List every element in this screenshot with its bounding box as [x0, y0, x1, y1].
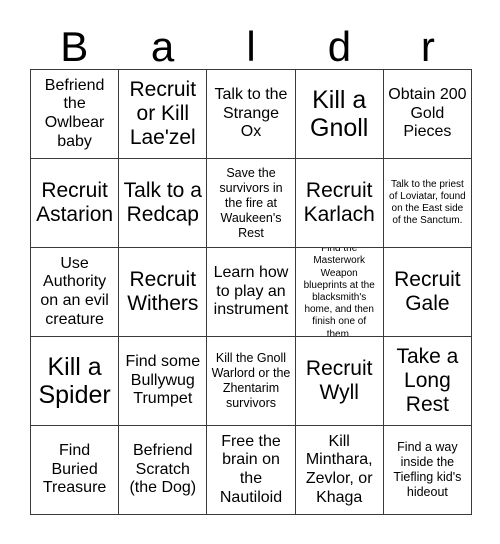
- bingo-header-letter-2: l: [246, 23, 256, 70]
- bingo-cell[interactable]: Befriend the Owlbear baby: [31, 70, 120, 159]
- bingo-cell[interactable]: Talk to the priest of Loviatar, found on…: [383, 159, 472, 248]
- bingo-cell-text: Kill a Spider: [38, 353, 111, 409]
- bingo-cell[interactable]: Find a way inside the Tiefling kid's hid…: [383, 426, 472, 515]
- bingo-cell[interactable]: Learn how to play an instrument: [207, 248, 296, 337]
- bingo-cell-text: Talk to the Strange Ox: [214, 86, 288, 141]
- bingo-cell[interactable]: Find the Masterwork Weapon blueprints at…: [295, 248, 384, 337]
- bingo-cell[interactable]: Recruit Astarion: [31, 159, 120, 248]
- bingo-cell-text: Recruit Karlach: [303, 179, 375, 226]
- bingo-grid: Befriend the Owlbear baby Recruit or Kil…: [30, 69, 472, 515]
- bingo-cell[interactable]: Recruit Gale: [383, 248, 472, 337]
- bingo-cell-text: Find some Bullywug Trumpet: [125, 353, 201, 408]
- bingo-cell-text: Befriend the Owlbear baby: [44, 76, 105, 150]
- bingo-cell[interactable]: Recruit Withers: [119, 248, 208, 337]
- bingo-cell-text: Recruit Withers: [127, 268, 199, 315]
- bingo-cell[interactable]: Recruit Wyll: [295, 337, 384, 426]
- bingo-cell[interactable]: Kill Minthara, Zevlor, or Khaga: [295, 426, 384, 515]
- bingo-header-letter-0: B: [60, 23, 89, 70]
- bingo-header-letter-1: a: [150, 23, 175, 70]
- bingo-cell-text: Find the Masterwork Weapon blueprints at…: [303, 248, 375, 337]
- bingo-cell-text: Recruit or Kill Lae'zel: [129, 78, 197, 149]
- bingo-cell-text: Find Buried Treasure: [42, 442, 107, 497]
- bingo-cell-text: Kill Minthara, Zevlor, or Khaga: [305, 432, 373, 506]
- bingo-cell-text: Free the brain on the Nautiloid: [219, 432, 283, 506]
- bingo-cell-text: Obtain 200 Gold Pieces: [388, 86, 467, 141]
- bingo-cell[interactable]: Kill a Spider: [31, 337, 120, 426]
- bingo-cell[interactable]: Kill a Gnoll: [295, 70, 384, 159]
- bingo-cell[interactable]: Free the brain on the Nautiloid: [207, 426, 296, 515]
- bingo-header-letter-3: d: [327, 23, 352, 70]
- bingo-cell-text: Find a way inside the Tiefling kid's hid…: [393, 440, 462, 499]
- bingo-cell-text: Recruit Wyll: [305, 357, 373, 404]
- bingo-cell-text: Use Authority on an evil creature: [40, 254, 109, 328]
- bingo-cell[interactable]: Kill the Gnoll Warlord or the Zhentarim …: [207, 337, 296, 426]
- bingo-cell-text: Talk to a Redcap: [123, 179, 202, 226]
- bingo-cell-text: Take a Long Rest: [396, 345, 459, 416]
- bingo-cell[interactable]: Recruit or Kill Lae'zel: [119, 70, 208, 159]
- bingo-cell-text: Kill the Gnoll Warlord or the Zhentarim …: [211, 351, 291, 410]
- bingo-cell[interactable]: Recruit Karlach: [295, 159, 384, 248]
- bingo-cell-text: Learn how to play an instrument: [213, 264, 289, 319]
- bingo-cell-text: Kill a Gnoll: [310, 86, 369, 142]
- bingo-cell[interactable]: Find some Bullywug Trumpet: [119, 337, 208, 426]
- bingo-cell[interactable]: Use Authority on an evil creature: [31, 248, 120, 337]
- bingo-cell[interactable]: Obtain 200 Gold Pieces: [383, 70, 472, 159]
- bingo-card: B a l d r Befriend the Owlbear baby Recr…: [0, 0, 500, 544]
- bingo-header-letters: B a l d r: [30, 14, 472, 69]
- bingo-cell-text: Befriend Scratch (the Dog): [129, 442, 197, 497]
- bingo-cell-text: Recruit Gale: [394, 268, 461, 315]
- bingo-cell-text: Talk to the priest of Loviatar, found on…: [389, 178, 466, 227]
- bingo-cell[interactable]: Save the survivors in the fire at Waukee…: [207, 159, 296, 248]
- bingo-cell[interactable]: Befriend Scratch (the Dog): [119, 426, 208, 515]
- bingo-header-letter-4: r: [420, 23, 435, 70]
- bingo-cell[interactable]: Take a Long Rest: [383, 337, 472, 426]
- bingo-cell-text: Save the survivors in the fire at Waukee…: [219, 165, 283, 240]
- bingo-cell[interactable]: Talk to the Strange Ox: [207, 70, 296, 159]
- bingo-cell[interactable]: Find Buried Treasure: [31, 426, 120, 515]
- bingo-cell[interactable]: Talk to a Redcap: [119, 159, 208, 248]
- bingo-cell-text: Recruit Astarion: [36, 179, 114, 226]
